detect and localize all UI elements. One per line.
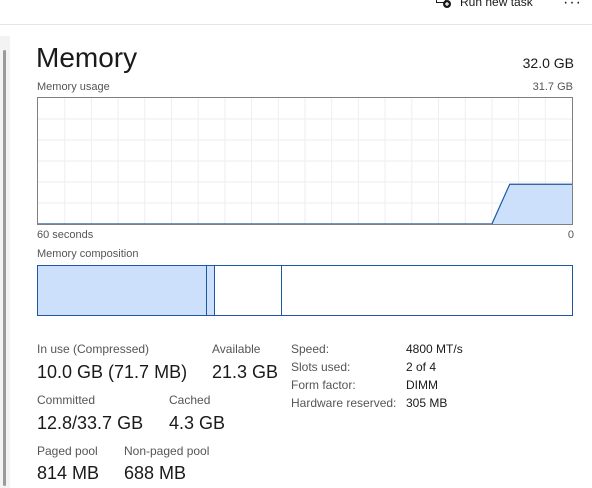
x-axis-left-label: 60 seconds: [37, 229, 94, 241]
available-value: 21.3 GB: [212, 362, 279, 382]
hardware-reserved-key: Hardware reserved:: [291, 396, 397, 410]
in-use-value: 10.0 GB (71.7 MB): [37, 362, 188, 382]
non-paged-pool-value: 688 MB: [124, 463, 187, 483]
run-new-task-button[interactable]: Run new task: [436, 0, 533, 9]
standby-segment: [215, 266, 283, 315]
form-factor-value: DIMM: [406, 378, 438, 392]
hardware-reserved-value: 305 MB: [406, 396, 448, 410]
scrollbar[interactable]: [3, 50, 6, 486]
memory-usage-label: Memory usage: [37, 81, 110, 93]
x-axis-right-label: 0: [567, 229, 574, 241]
in-use-segment: [38, 266, 208, 315]
slots-used-key: Slots used:: [291, 360, 351, 374]
page-title: Memory: [36, 42, 138, 73]
form-factor-key: Form factor:: [291, 378, 356, 392]
speed-key: Speed:: [291, 342, 330, 356]
memory-composition-label: Memory composition: [37, 248, 139, 260]
memory-usage-svg: [38, 98, 572, 224]
committed-value: 12.8/33.7 GB: [37, 413, 144, 433]
more-options-button[interactable]: ···: [563, 0, 582, 12]
paged-pool-label: Paged pool: [37, 444, 98, 458]
modified-segment: [207, 266, 216, 315]
paged-pool-value: 814 MB: [37, 463, 100, 483]
slots-used-value: 2 of 4: [406, 360, 437, 374]
memory-usage-max: 31.7 GB: [532, 81, 573, 93]
total-memory: 32.0 GB: [522, 55, 574, 71]
available-label: Available: [212, 342, 261, 356]
toolbar: Run new task ···: [0, 0, 592, 25]
non-paged-pool-label: Non-paged pool: [124, 444, 210, 458]
left-panel-edge: [0, 36, 10, 488]
in-use-label: In use (Compressed): [37, 342, 150, 356]
committed-label: Committed: [37, 393, 96, 407]
memory-composition-bar: [37, 265, 573, 316]
new-task-icon: [436, 0, 451, 8]
speed-value: 4800 MT/s: [406, 342, 463, 356]
memory-usage-chart: [37, 97, 573, 225]
cached-label: Cached: [169, 393, 211, 407]
cached-value: 4.3 GB: [169, 413, 226, 433]
run-new-task-label: Run new task: [460, 0, 533, 9]
